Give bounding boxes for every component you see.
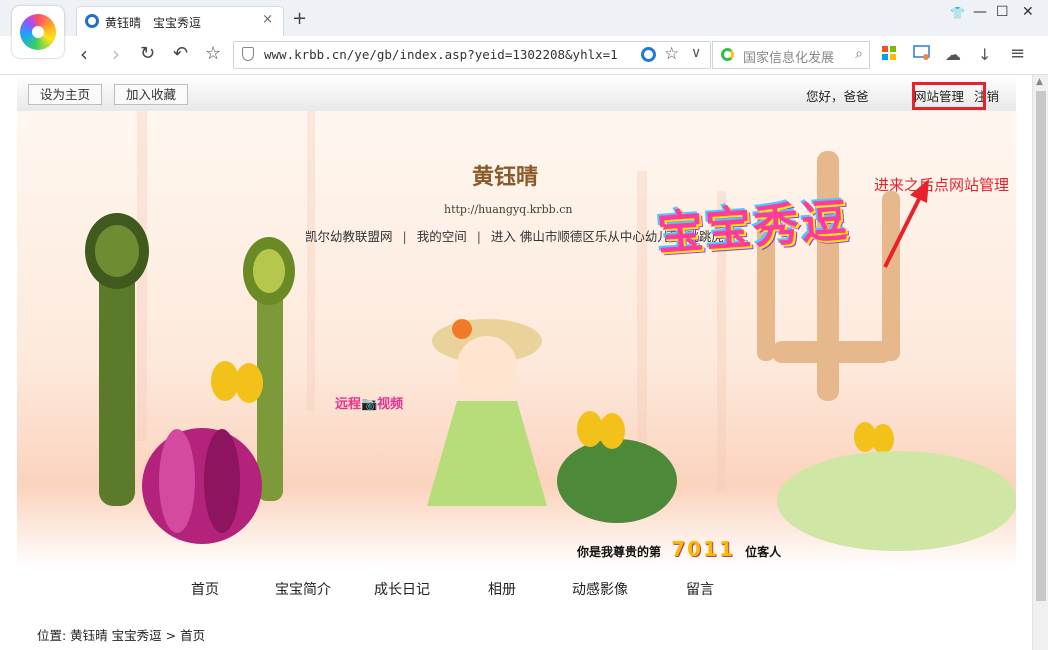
main-nav: 首页 宝宝简介 成长日记 相册 动感影像 留言 — [0, 575, 1032, 605]
visitor-count: 7011 — [671, 537, 735, 561]
scrollbar-thumb[interactable] — [1036, 91, 1046, 601]
close-window-button[interactable]: ✕ — [1022, 4, 1034, 20]
site-url-text[interactable]: http://huangyq.krbb.cn — [444, 203, 572, 216]
breadcrumb: 位置: 黄钰晴 宝宝秀逗 > 首页 — [37, 628, 206, 643]
menu-icon[interactable]: ≡ — [1010, 43, 1025, 64]
minimize-button[interactable]: — — [973, 4, 987, 20]
show-title-logo: 宝宝秀逗 — [655, 193, 851, 261]
screenshot-icon[interactable] — [913, 45, 931, 65]
annotation-text: 进来之后点网站管理 — [874, 176, 1010, 194]
butterfly-icon — [211, 361, 263, 403]
site-banner: 黄钰晴 http://huangyq.krbb.cn 凯尔幼教联盟网 | 我的空… — [17, 111, 1016, 569]
browser-tab-bar: 黄钰晴 宝宝秀逗 × + 👕 — ☐ ✕ — [0, 0, 1048, 37]
nav-growth-diary[interactable]: 成长日记 — [374, 579, 430, 599]
search-input[interactable]: 国家信息化发展 — [743, 47, 847, 66]
sub-link-separator: | — [402, 229, 407, 244]
search-icon[interactable]: ⌕ — [855, 46, 863, 62]
sub-link-krbb[interactable]: 凯尔幼教联盟网 — [305, 229, 393, 244]
nav-home[interactable]: 首页 — [191, 579, 219, 599]
search-box[interactable]: 国家信息化发展 ⌕ — [712, 41, 870, 69]
favorite-star-icon[interactable]: ☆ — [664, 44, 679, 64]
browser-toolbar: ‹ › ↻ ↶ ☆ www.krbb.cn/ye/gb/index.asp?ye… — [0, 36, 1048, 75]
chevron-down-icon[interactable]: ∨ — [691, 45, 701, 61]
purple-cactus — [142, 428, 262, 544]
cloud-icon[interactable]: ☁ — [945, 45, 961, 64]
sub-link-my-space[interactable]: 我的空间 — [417, 229, 467, 244]
add-favorite-link[interactable]: 加入收藏 — [114, 84, 189, 105]
shield-icon — [242, 47, 254, 61]
undo-icon[interactable]: ↶ — [173, 43, 188, 65]
nav-album[interactable]: 相册 — [488, 579, 516, 599]
annotation-highlight-box — [912, 82, 986, 110]
maximize-button[interactable]: ☐ — [996, 4, 1009, 20]
bookmark-star-icon[interactable]: ☆ — [205, 43, 221, 65]
nav-baby-intro[interactable]: 宝宝简介 — [275, 579, 331, 599]
tab-title: 黄钰晴 宝宝秀逗 — [105, 16, 202, 30]
forward-icon[interactable]: › — [112, 43, 120, 65]
nav-video[interactable]: 动感影像 — [572, 579, 628, 599]
site-top-bar: 设为主页 加入收藏 您好，爸爸 网站管理 注销 — [17, 78, 1016, 112]
tab-close-icon[interactable]: × — [262, 12, 273, 27]
girl-illustration — [427, 319, 547, 506]
vertical-scrollbar[interactable]: ▲ — [1032, 75, 1048, 650]
new-tab-button[interactable]: + — [292, 8, 307, 29]
visitor-prefix: 你是我尊贵的第 — [577, 545, 662, 559]
ie-icon — [85, 14, 99, 28]
back-icon[interactable]: ‹ — [80, 43, 88, 65]
scroll-up-icon[interactable]: ▲ — [1036, 77, 1043, 87]
ie-mode-icon[interactable] — [641, 47, 656, 62]
web-page: 设为主页 加入收藏 您好，爸爸 网站管理 注销 黄钰晴 http://huang… — [0, 75, 1032, 650]
search-engine-icon[interactable] — [721, 48, 734, 61]
visitor-suffix: 位客人 — [745, 545, 782, 559]
apps-grid-icon[interactable] — [882, 45, 896, 64]
url-text[interactable]: www.krbb.cn/ye/gb/index.asp?yeid=1302208… — [264, 47, 640, 62]
greeting-text: 您好，爸爸 — [806, 89, 869, 104]
nav-guestbook[interactable]: 留言 — [686, 579, 714, 599]
sub-link-separator: | — [476, 229, 481, 244]
address-bar[interactable]: www.krbb.cn/ye/gb/index.asp?yeid=1302208… — [233, 41, 711, 69]
browser-tab[interactable]: 黄钰晴 宝宝秀逗 × — [76, 6, 284, 37]
download-icon[interactable]: ↓ — [978, 45, 991, 64]
baby-name-title: 黄钰晴 — [472, 164, 539, 190]
set-home-link[interactable]: 设为主页 — [28, 84, 103, 105]
visitor-counter: 你是我尊贵的第 7011 位客人 — [577, 537, 781, 561]
skin-icon[interactable]: 👕 — [950, 6, 965, 20]
remote-video-link[interactable]: 远程📷视频 — [335, 393, 403, 412]
butterfly-icon — [854, 422, 894, 454]
browser-logo-icon[interactable] — [12, 6, 64, 58]
refresh-icon[interactable]: ↻ — [140, 43, 155, 65]
